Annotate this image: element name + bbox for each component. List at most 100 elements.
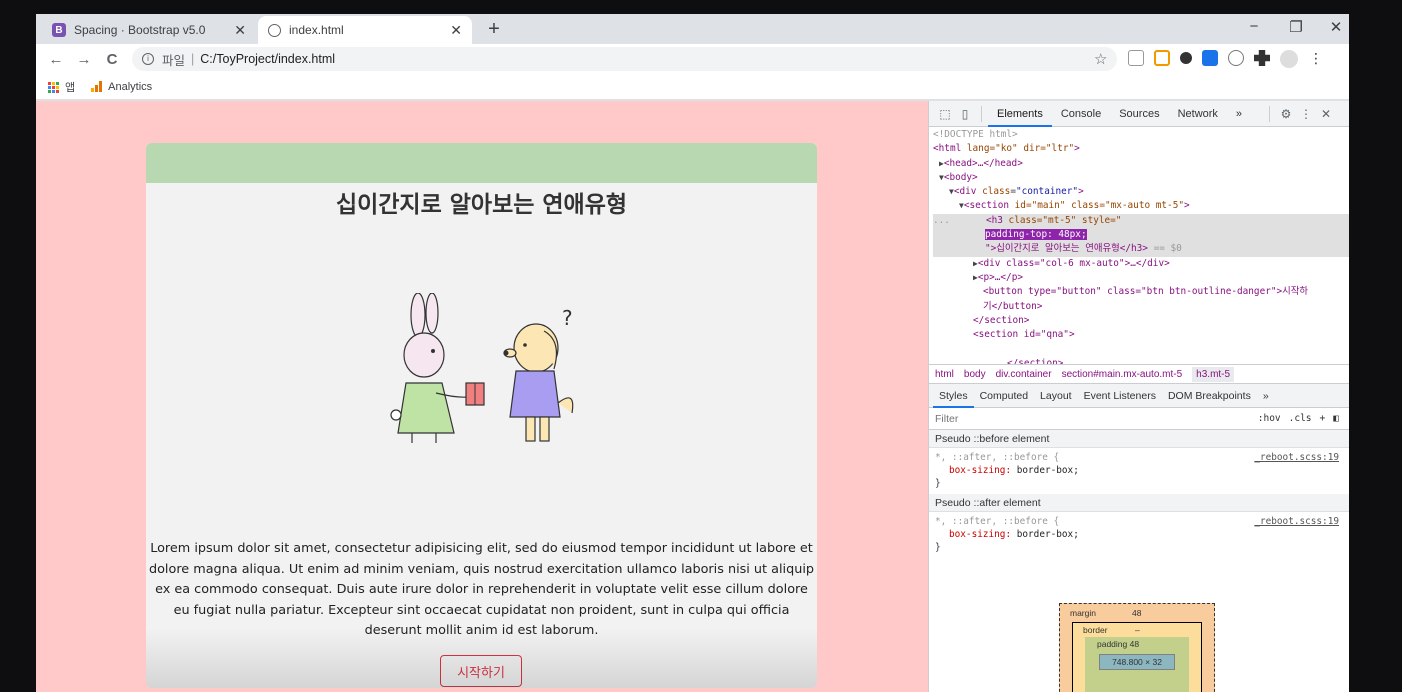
add-rule-icon[interactable]: + (1320, 413, 1326, 424)
dom-node-div-col[interactable]: ▶<div class="col-6 mx-auto">…</div> (933, 257, 1349, 271)
dom-node-section-qna[interactable]: <section id="qna"> (933, 328, 1349, 342)
dom-node-head[interactable]: ▶<head>…</head> (933, 157, 1349, 171)
box-model-border: border – padding 48 748.800 × 32 (1072, 622, 1202, 692)
dom-node-button[interactable]: <button type="button" class="btn btn-out… (933, 285, 1349, 299)
tab-bootstrap-spacing[interactable]: B Spacing · Bootstrap v5.0 ✕ (42, 16, 256, 44)
info-icon[interactable]: i (142, 53, 154, 65)
tab-index-html[interactable]: index.html ✕ (258, 16, 472, 44)
dom-node-h3-selected[interactable]: ... <h3 class="mt-5" style=" (933, 213, 1349, 229)
breadcrumb-section[interactable]: section#main.mx-auto.mt-5 (1062, 369, 1183, 380)
address-bar[interactable]: i 파일 | C:/ToyProject/index.html (132, 47, 1117, 71)
dom-node-container[interactable]: ▼<div class="container"> (933, 185, 1349, 199)
reload-button[interactable]: C (98, 51, 126, 68)
bookmark-star-icon[interactable]: ☆ (1094, 50, 1107, 68)
divider (981, 105, 982, 122)
close-icon[interactable]: ✕ (234, 22, 246, 39)
window-close-button[interactable]: ✕ (1326, 18, 1346, 36)
margin-top-value[interactable]: 48 (1132, 608, 1141, 618)
box-model-content[interactable]: 748.800 × 32 (1099, 654, 1175, 670)
sidebar-toggle-icon[interactable]: ◧ (1333, 413, 1339, 424)
breadcrumb-html[interactable]: html (935, 369, 954, 380)
kebab-menu-icon[interactable]: ⋮ (1296, 107, 1316, 121)
dom-node-h3-style[interactable]: padding-top: 48px; (933, 228, 1349, 243)
dom-node-p[interactable]: ▶<p>…</p> (933, 271, 1349, 285)
breadcrumb-h3[interactable]: h3.mt-5 (1192, 366, 1235, 382)
extension-icon[interactable] (1202, 50, 1218, 66)
minimize-button[interactable]: − (1244, 18, 1264, 35)
extension-icon[interactable] (1154, 50, 1170, 66)
puzzle-icon[interactable] (1254, 50, 1270, 66)
browser-toolbar: ← → C i 파일 | C:/ToyProject/index.html ☆ … (36, 44, 1349, 74)
tab-event-listeners[interactable]: Event Listeners (1078, 384, 1162, 408)
tab-dom-breakpoints[interactable]: DOM Breakpoints (1162, 384, 1257, 408)
forward-button[interactable]: → (70, 51, 98, 68)
rule-source-link[interactable]: _reboot.scss:19 (1254, 451, 1339, 464)
styles-filter-input[interactable] (935, 412, 1225, 425)
hov-toggle[interactable]: :hov (1258, 413, 1281, 424)
bootstrap-icon: B (52, 23, 66, 37)
device-toolbar-icon[interactable]: ▯ (955, 107, 975, 121)
border-value[interactable]: – (1135, 625, 1140, 635)
dom-node-doctype[interactable]: <!DOCTYPE html> (933, 128, 1349, 142)
tab-console[interactable]: Console (1052, 101, 1110, 127)
tab-network[interactable]: Network (1169, 101, 1227, 127)
more-subtabs-icon[interactable]: » (1257, 384, 1275, 408)
breadcrumb-body[interactable]: body (964, 369, 986, 380)
tab-computed[interactable]: Computed (974, 384, 1034, 408)
rule-declaration[interactable]: box-sizing: border-box; (935, 528, 1349, 541)
bookmark-label: 앱 (65, 81, 76, 94)
settings-gear-icon[interactable]: ⚙ (1276, 107, 1296, 121)
extension-icon[interactable] (1128, 50, 1144, 66)
rule-declaration[interactable]: box-sizing: border-box; (935, 464, 1349, 477)
bookmark-label: Analytics (108, 80, 153, 93)
rule-source-link[interactable]: _reboot.scss:19 (1254, 515, 1339, 528)
close-icon[interactable]: ✕ (450, 22, 462, 39)
cls-toggle[interactable]: .cls (1289, 413, 1312, 424)
devtools-tab-bar: ⬚ ▯ Elements Console Sources Network » ⚙… (929, 101, 1349, 127)
tab-styles[interactable]: Styles (933, 384, 974, 408)
scheme-label: 파일 (162, 53, 186, 68)
tab-title: index.html (289, 23, 344, 37)
bookmarks-bar: 앱 Analytics (36, 74, 1349, 100)
breadcrumb: html body div.container section#main.mx-… (929, 364, 1349, 384)
tab-sources[interactable]: Sources (1110, 101, 1168, 127)
divider (1269, 105, 1271, 122)
more-tabs-icon[interactable]: » (1227, 101, 1251, 127)
margin-label: margin (1070, 608, 1096, 618)
address-separator: | (191, 52, 195, 66)
dom-node-html[interactable]: <html lang="ko" dir="ltr"> (933, 142, 1349, 156)
extension-icon[interactable] (1180, 52, 1192, 64)
back-button[interactable]: ← (42, 51, 70, 68)
profile-avatar[interactable] (1280, 50, 1298, 68)
tab-layout[interactable]: Layout (1034, 384, 1078, 408)
browser-window: B Spacing · Bootstrap v5.0 ✕ index.html … (36, 14, 1349, 692)
dom-node-section-close[interactable]: </section> (933, 314, 1349, 328)
maximize-button[interactable]: ❐ (1286, 18, 1306, 36)
bookmark-analytics[interactable]: Analytics (91, 81, 152, 93)
padding-label[interactable]: padding 48 (1097, 639, 1139, 649)
bookmark-apps[interactable]: 앱 (48, 79, 75, 95)
url-text[interactable]: C:/ToyProject/index.html (200, 52, 335, 66)
new-tab-button[interactable]: + (482, 18, 506, 42)
breadcrumb-container[interactable]: div.container (996, 369, 1052, 380)
menu-icon[interactable]: ⋮ (1308, 50, 1324, 66)
dom-node-body[interactable]: ▼<body> (933, 171, 1349, 185)
tab-elements[interactable]: Elements (988, 101, 1052, 127)
dom-tree: <!DOCTYPE html> <html lang="ko" dir="ltr… (929, 128, 1349, 369)
dom-node-section-main[interactable]: ▼<section id="main" class="mx-auto mt-5"… (933, 199, 1349, 213)
style-rule-after: *, ::after, ::before { _reboot.scss:19 b… (929, 515, 1349, 554)
box-model-diagram[interactable]: margin 48 border – padding 48 748.800 × … (1059, 603, 1215, 692)
pseudo-after-header: Pseudo ::after element (929, 494, 1349, 512)
analytics-bars-icon (91, 81, 103, 93)
dom-node-button-cont[interactable]: 기</button> (933, 300, 1349, 314)
page-viewport: 십이간지로 알아보는 연애유형 ? Lorem ipsum dolor sit … (36, 101, 928, 692)
tab-strip: B Spacing · Bootstrap v5.0 ✕ index.html … (36, 14, 1349, 44)
description-text: Lorem ipsum dolor sit amet, consectetur … (148, 541, 814, 639)
start-button[interactable]: 시작하기 (440, 655, 522, 687)
dom-node-h3-text[interactable]: ">십이간지로 알아보는 연애유형</h3> == $0 (933, 242, 1349, 257)
inspect-element-icon[interactable]: ⬚ (935, 107, 955, 121)
apps-grid-icon (48, 82, 59, 94)
extension-icon[interactable] (1228, 50, 1244, 66)
close-devtools-icon[interactable]: ✕ (1316, 107, 1336, 121)
border-label: border (1083, 625, 1108, 635)
